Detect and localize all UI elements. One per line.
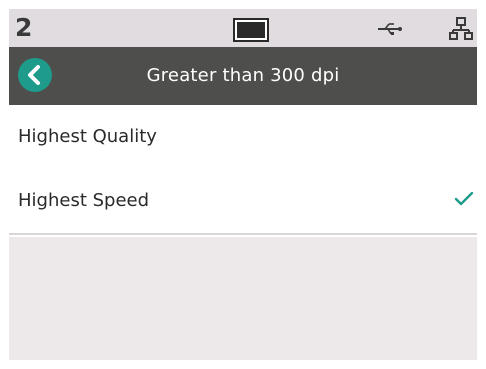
screen-icon: [233, 18, 269, 42]
page-title: Greater than 300 dpi: [146, 65, 340, 86]
option-highest-speed[interactable]: Highest Speed: [9, 169, 477, 233]
status-number: 2: [15, 13, 33, 42]
empty-area: [9, 237, 477, 360]
checkmark-icon: [454, 191, 474, 211]
options-list: Highest Quality Highest Speed: [9, 105, 477, 235]
network-icon: [449, 17, 473, 41]
header-bar: Greater than 300 dpi: [9, 47, 477, 105]
app-frame: 2 Greater than 300 dpi Highest Quality H…: [9, 9, 477, 360]
usb-icon: [377, 22, 403, 36]
list-divider: [9, 233, 477, 235]
status-bar: 2: [9, 9, 477, 47]
option-label: Highest Speed: [18, 190, 150, 211]
option-highest-quality[interactable]: Highest Quality: [9, 105, 477, 169]
option-label: Highest Quality: [18, 126, 157, 147]
